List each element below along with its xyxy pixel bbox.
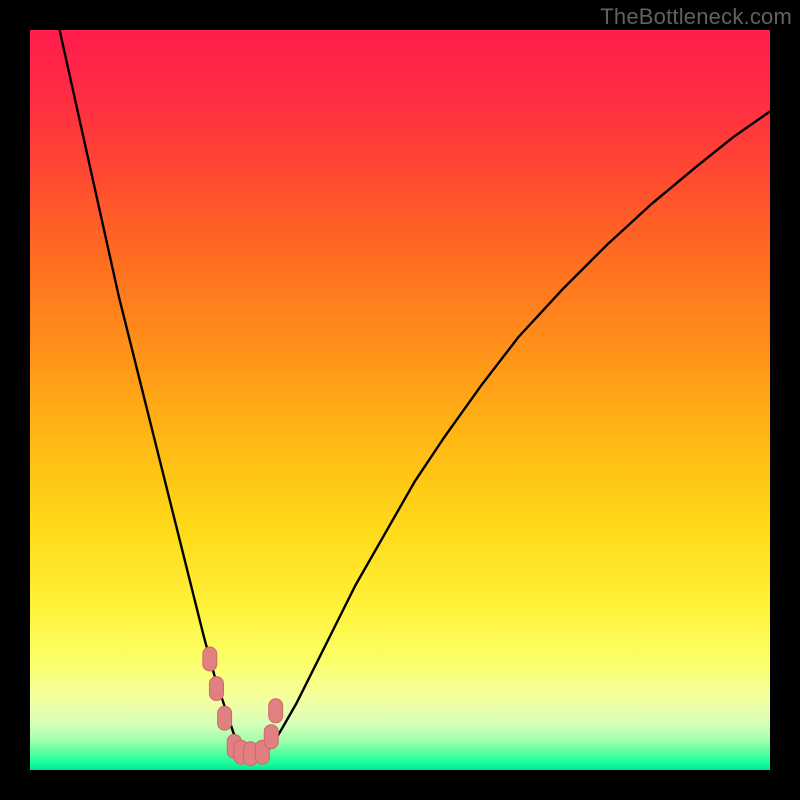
curve-marker xyxy=(203,647,217,671)
plot-area xyxy=(30,30,770,770)
curve-marker xyxy=(209,677,223,701)
chart-svg xyxy=(30,30,770,770)
chart-frame: TheBottleneck.com xyxy=(0,0,800,800)
gradient-background xyxy=(30,30,770,770)
curve-marker xyxy=(264,725,278,749)
curve-marker xyxy=(218,706,232,730)
attribution-label: TheBottleneck.com xyxy=(600,4,792,30)
curve-marker xyxy=(269,699,283,723)
